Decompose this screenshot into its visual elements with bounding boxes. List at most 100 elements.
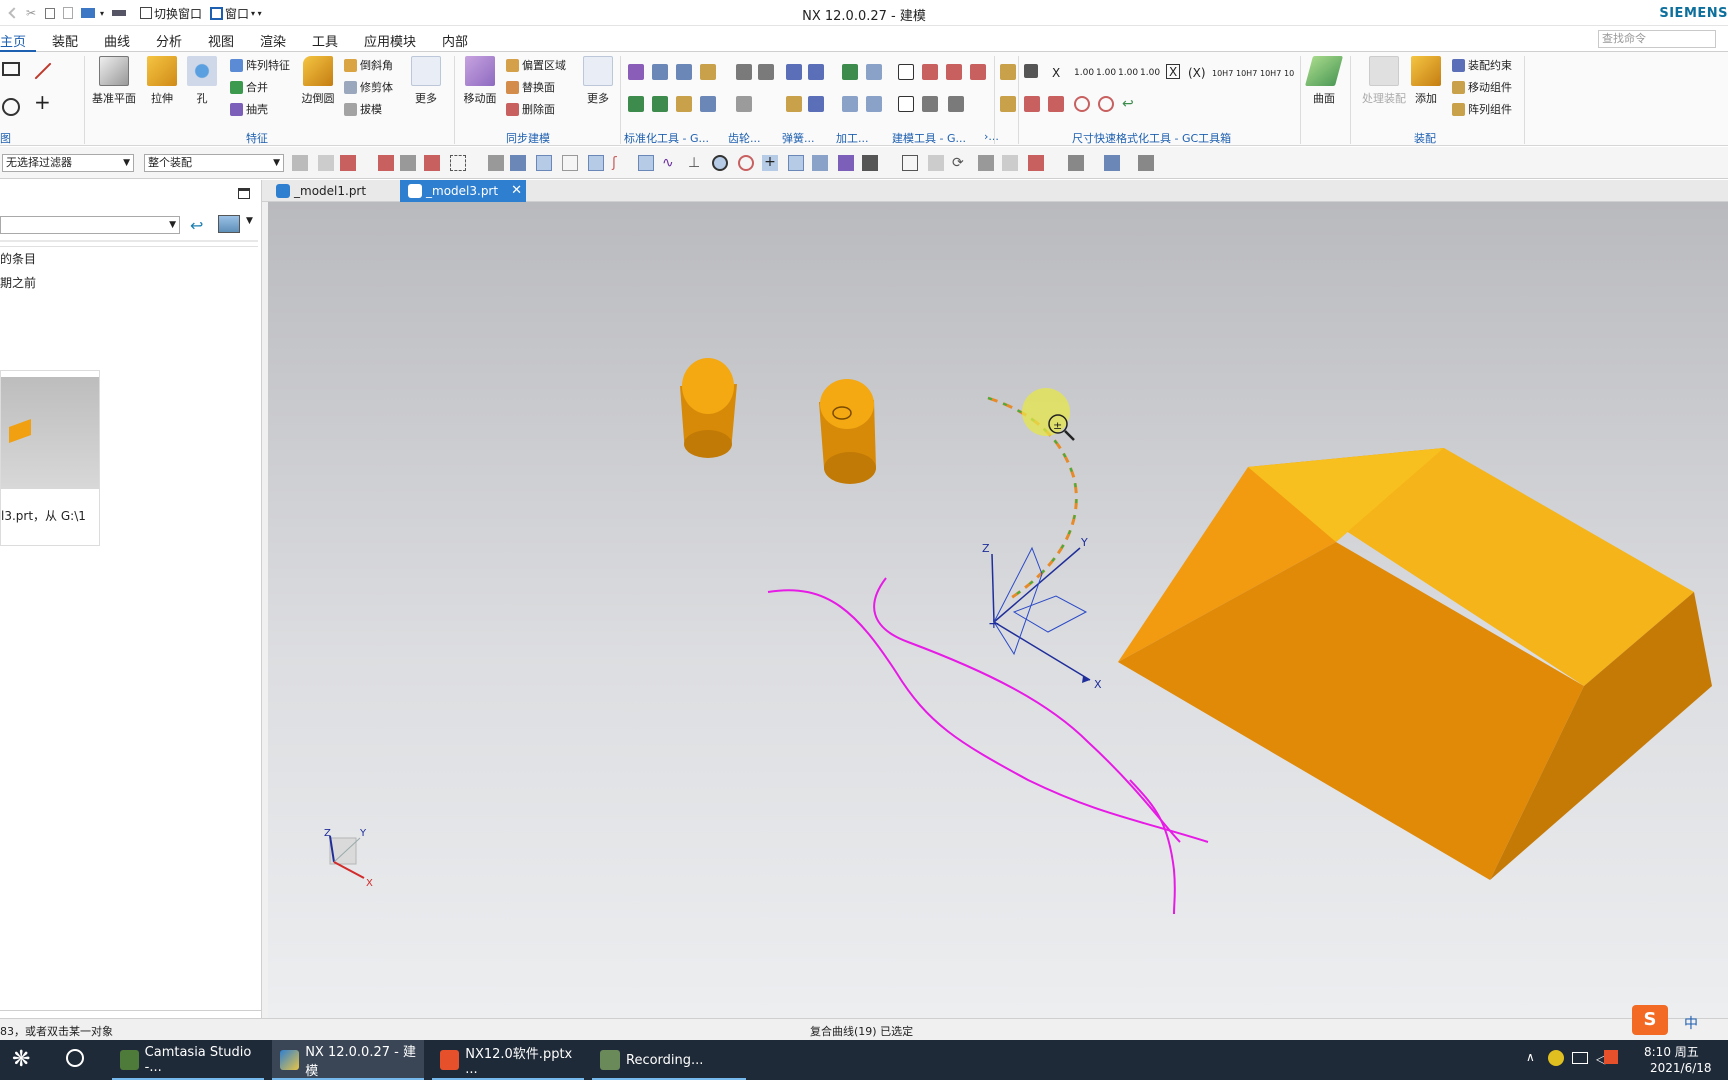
solid-filter-icon[interactable] — [488, 155, 504, 171]
dim-tolerance-button[interactable]: 1.00 — [1118, 64, 1138, 82]
undo-dimension-icon[interactable]: ↩ — [1122, 96, 1138, 112]
rotate-icon[interactable]: ⟳ — [952, 155, 968, 171]
spline-curve[interactable] — [1129, 779, 1176, 915]
gc-tool-icon[interactable] — [652, 96, 668, 112]
network-icon[interactable] — [1572, 1052, 1588, 1064]
move-component-button[interactable]: 移动组件 — [1452, 78, 1512, 96]
taskbar-app[interactable]: NX12.0软件.pptx ... — [432, 1040, 584, 1080]
sogou-ime-icon[interactable]: S — [1632, 1005, 1668, 1035]
close-icon[interactable]: ✕ — [511, 180, 522, 202]
recent-part-card[interactable]: l3.prt，从 G:\1 — [0, 370, 100, 546]
tab-internal[interactable]: 内部 — [442, 31, 468, 50]
offset-region-button[interactable]: 偏置区域 — [506, 56, 566, 74]
sync-more-button[interactable]: 更多 — [576, 56, 620, 106]
render-style-icon[interactable] — [1028, 155, 1044, 171]
wedge-solid-body[interactable] — [1118, 448, 1712, 880]
modeling-tool-icon[interactable] — [922, 96, 938, 112]
pattern-feature-button[interactable]: 阵列特征 — [230, 56, 290, 74]
modeling-tool-icon[interactable] — [946, 64, 962, 80]
chevron-down-icon[interactable]: ▼ — [246, 216, 253, 226]
dim-fit-button[interactable]: 10H7 — [1212, 64, 1233, 82]
machining-tool-icon[interactable] — [866, 64, 882, 80]
selection-scope-dropdown[interactable]: 整个装配 ▼ — [144, 154, 284, 172]
feature-more-button[interactable]: 更多 — [404, 56, 448, 106]
spring-tool-icon[interactable] — [808, 96, 824, 112]
tab-application[interactable]: 应用模块 — [364, 31, 416, 50]
render-style-icon[interactable] — [1104, 155, 1120, 171]
box-select-icon[interactable] — [450, 155, 466, 171]
point-on-curve-icon[interactable] — [788, 155, 804, 171]
tray-app-icon[interactable] — [1548, 1050, 1564, 1066]
spring-tool-icon[interactable] — [808, 64, 824, 80]
face-filter-icon[interactable] — [510, 155, 526, 171]
snap-icon[interactable] — [838, 155, 854, 171]
dim-box-button[interactable]: X — [1166, 64, 1181, 79]
draft-button[interactable]: 拔模 — [344, 100, 382, 118]
snap-icon[interactable] — [378, 155, 394, 171]
render-style-icon[interactable] — [1068, 155, 1084, 171]
dim-fit-button[interactable]: 10H7 — [1236, 64, 1257, 82]
snap-icon[interactable] — [812, 155, 828, 171]
assembly-constraint-button[interactable]: 装配约束 — [1452, 56, 1512, 74]
machining-tool-icon[interactable] — [842, 96, 858, 112]
dim-fit-button[interactable]: 10H7 — [1260, 64, 1281, 82]
cylinder-with-hole-body[interactable] — [819, 379, 876, 484]
tab-render[interactable]: 渲染 — [260, 31, 286, 50]
ime-tray-icon[interactable] — [1604, 1050, 1618, 1064]
pattern-component-button[interactable]: 阵列组件 — [1452, 100, 1512, 118]
gear-tool-icon[interactable] — [736, 96, 752, 112]
type-filter-dropdown[interactable]: 无选择过滤器 ▼ — [2, 154, 134, 172]
gc-tool-icon[interactable] — [652, 64, 668, 80]
replace-face-button[interactable]: 替换面 — [506, 78, 555, 96]
tab-tools[interactable]: 工具 — [312, 31, 338, 50]
dim-tolerance-button[interactable]: 1.00 — [1074, 64, 1094, 82]
taskbar-app[interactable]: Recording... — [592, 1040, 746, 1080]
general-selection-icon[interactable] — [292, 155, 308, 171]
gc-tool-icon[interactable] — [700, 96, 716, 112]
line-snap-icon[interactable] — [562, 155, 578, 171]
graphics-viewport[interactable]: ± Z Y X + Z Y X — [268, 202, 1728, 1018]
line-icon[interactable] — [34, 62, 52, 80]
start-menu-icon[interactable]: ❋ — [12, 1048, 36, 1072]
move-face-button[interactable]: 移动面 — [458, 56, 502, 106]
snap-icon[interactable] — [340, 155, 356, 171]
gear-tool-icon[interactable] — [758, 64, 774, 80]
dim-tolerance-button[interactable]: 1.00 — [1140, 64, 1160, 82]
thumbnail-view-icon[interactable] — [218, 215, 240, 233]
tab-analysis[interactable]: 分析 — [156, 31, 182, 50]
gc-tool-icon[interactable] — [1000, 96, 1016, 112]
back-arrow-icon[interactable]: ↩ — [190, 216, 203, 235]
clock-time[interactable]: 8:10 周五 — [1644, 1043, 1699, 1060]
spline-snap-icon[interactable] — [638, 155, 654, 171]
selection-option-icon[interactable] — [318, 155, 334, 171]
gear-tool-icon[interactable] — [736, 64, 752, 80]
tab-home[interactable]: 主页 — [0, 31, 26, 50]
view-icon[interactable] — [902, 155, 918, 171]
list-item[interactable]: 期之前 — [0, 274, 36, 291]
diameter-icon[interactable] — [1074, 96, 1090, 112]
document-tab-active[interactable]: _model3.prt ✕ — [400, 180, 526, 202]
render-style-icon[interactable] — [1138, 155, 1154, 171]
surface-button[interactable]: 曲面 — [1302, 56, 1346, 106]
unite-button[interactable]: 合并 — [230, 78, 268, 96]
dim-reference-button[interactable]: (X) — [1188, 64, 1206, 82]
machining-tool-icon[interactable] — [866, 96, 882, 112]
command-search-input[interactable]: 查找命令 — [1598, 30, 1716, 48]
modeling-tool-icon[interactable] — [922, 64, 938, 80]
trim-body-button[interactable]: 修剪体 — [344, 78, 393, 96]
tab-view[interactable]: 视图 — [208, 31, 234, 50]
view-icon[interactable] — [928, 155, 944, 171]
gc-tool-icon[interactable] — [1000, 64, 1016, 80]
datum-csys[interactable]: Z Y X + — [982, 536, 1102, 691]
circle-icon[interactable] — [2, 98, 20, 116]
datum-plane-button[interactable]: 基准平面 — [92, 56, 136, 106]
line-snap-icon[interactable] — [588, 155, 604, 171]
curve-rule-icon[interactable] — [536, 155, 552, 171]
quadrant-snap-icon[interactable] — [738, 155, 754, 171]
rectangle-icon[interactable] — [2, 62, 20, 76]
curve-icon[interactable]: ʃ — [612, 155, 628, 171]
add-component-button[interactable]: 添加 — [1404, 56, 1448, 106]
ime-mode[interactable]: 中 — [1684, 1013, 1698, 1033]
spline-icon[interactable]: ∿ — [662, 155, 678, 171]
snap-icon[interactable] — [400, 155, 416, 171]
